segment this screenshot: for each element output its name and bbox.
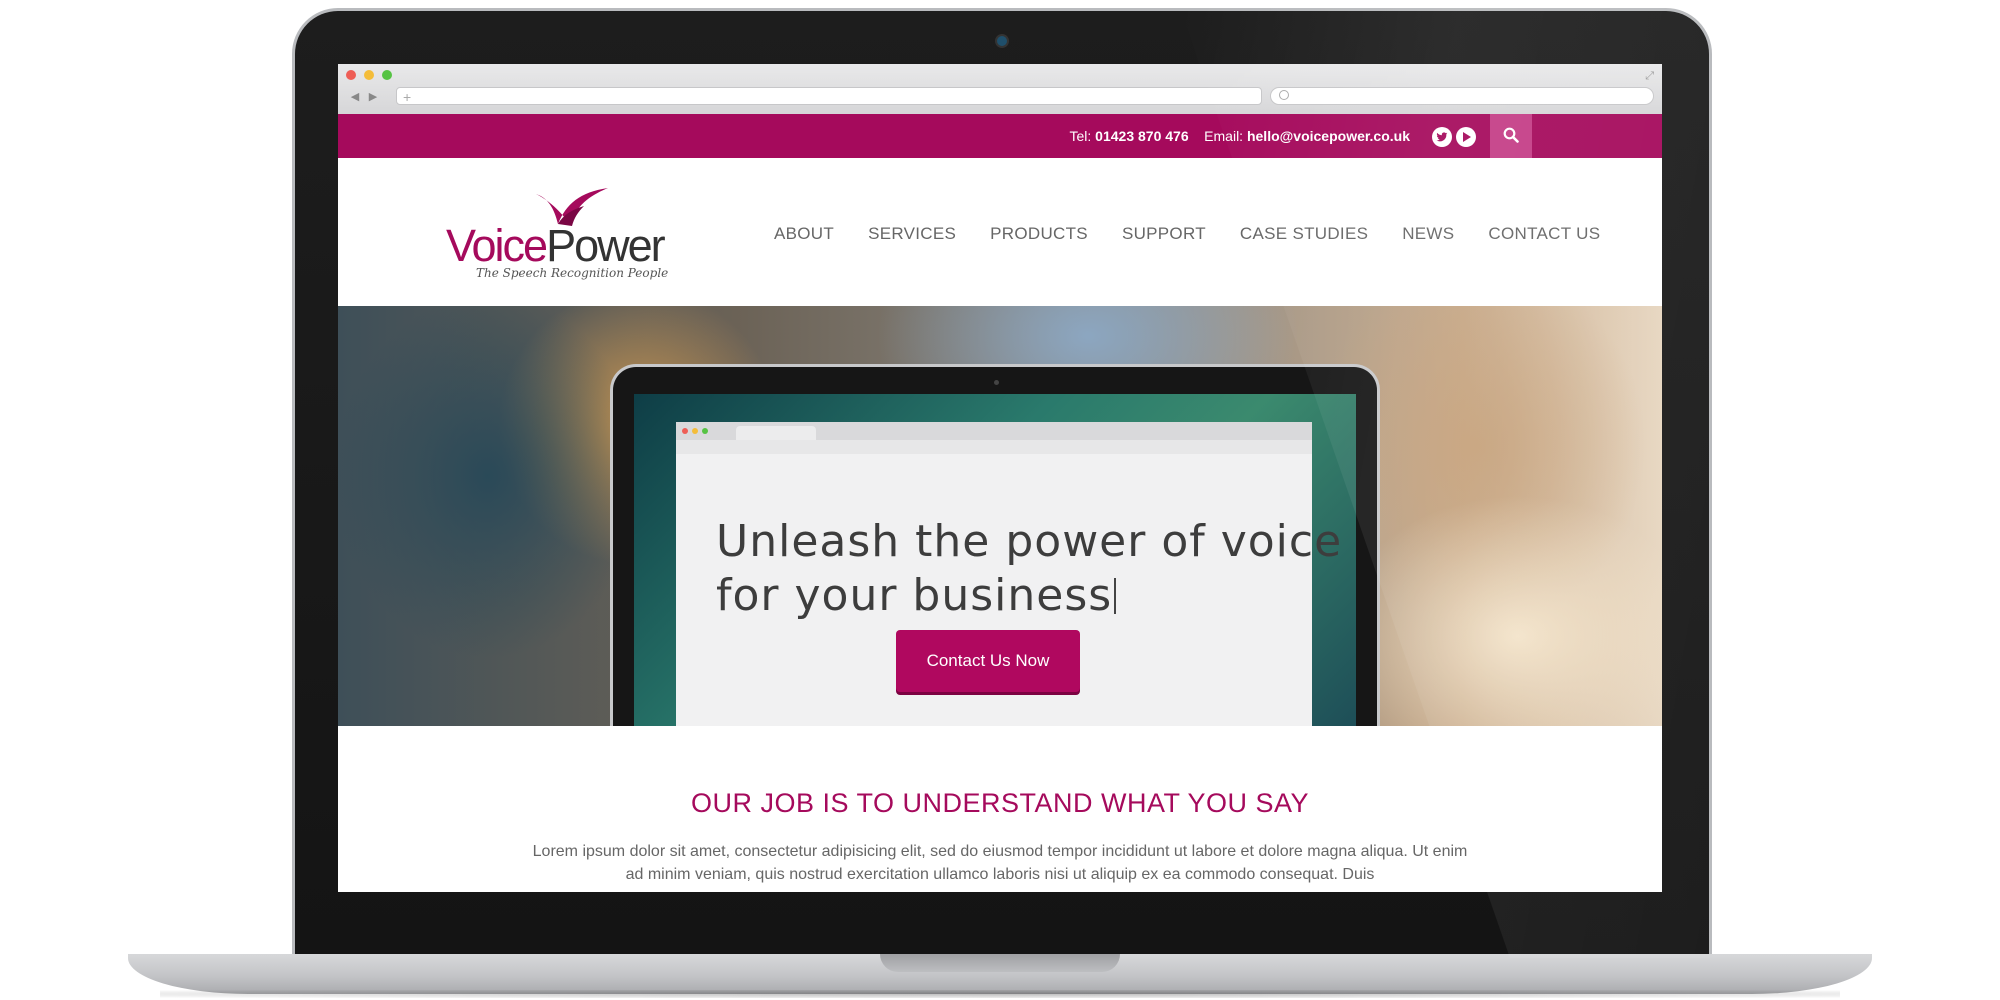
- browser-search-field[interactable]: [1270, 87, 1654, 105]
- search-icon: [1503, 127, 1519, 143]
- twitter-icon[interactable]: [1432, 127, 1452, 147]
- logo-voice-text: Voice: [446, 220, 548, 271]
- email-label: Email:: [1204, 128, 1244, 144]
- logo-power-text: Power: [546, 220, 666, 271]
- youtube-icon[interactable]: [1456, 127, 1476, 147]
- hero-maximize-dot: [702, 428, 708, 434]
- close-window-button[interactable]: [346, 70, 356, 80]
- hero-banner: Unleash the power of voice for your busi…: [338, 306, 1662, 726]
- hero-browser-window: Unleash the power of voice for your busi…: [676, 422, 1343, 726]
- new-tab-icon[interactable]: +: [403, 89, 411, 105]
- laptop-base-notch: [880, 954, 1120, 972]
- minimize-window-button[interactable]: [364, 70, 374, 80]
- nav-item-support[interactable]: SUPPORT: [1122, 224, 1206, 244]
- hero-minimize-dot: [692, 428, 698, 434]
- intro-section: OUR JOB IS TO UNDERSTAND WHAT YOU SAY Lo…: [338, 726, 1662, 892]
- section-title: OUR JOB IS TO UNDERSTAND WHAT YOU SAY: [690, 788, 1310, 818]
- tel-label: Tel:: [1069, 128, 1092, 144]
- main-nav: ABOUT SERVICES PRODUCTS SUPPORT CASE STU…: [774, 224, 1634, 244]
- email-link[interactable]: hello@voicepower.co.uk: [1247, 128, 1410, 144]
- nav-item-contact-us[interactable]: CONTACT US: [1488, 224, 1600, 244]
- hero-headline-line-2-text: for your business: [716, 570, 1113, 622]
- history-nav: ◀ ▶: [346, 88, 386, 106]
- hero-laptop-screen: Unleash the power of voice for your busi…: [634, 394, 1356, 726]
- address-bar[interactable]: +: [396, 87, 1262, 105]
- contact-info: Tel: 01423 870 476 Email: hello@voicepow…: [1069, 114, 1410, 158]
- hero-headline: Unleash the power of voice for your busi…: [716, 515, 1343, 623]
- search-icon: [1279, 90, 1289, 100]
- nav-item-case-studies[interactable]: CASE STUDIES: [1240, 224, 1368, 244]
- nav-item-products[interactable]: PRODUCTS: [990, 224, 1088, 244]
- text-cursor: [1114, 578, 1117, 615]
- site-header: VoicePower The Speech Recognition People…: [338, 158, 1662, 306]
- nav-item-about[interactable]: ABOUT: [774, 224, 834, 244]
- laptop-shadow: [160, 990, 1840, 998]
- voicepower-logo[interactable]: VoicePower The Speech Recognition People: [446, 184, 668, 280]
- hero-headline-line-2: for your business: [716, 569, 1296, 623]
- laptop-camera: [995, 34, 1009, 48]
- logo-tagline: The Speech Recognition People: [476, 266, 669, 280]
- contact-us-now-button[interactable]: Contact Us Now: [896, 630, 1080, 692]
- nav-item-news[interactable]: NEWS: [1402, 224, 1454, 244]
- hero-browser-tab: [736, 426, 816, 440]
- hero-browser-toolbar: [676, 440, 1312, 454]
- section-body: Lorem ipsum dolor sit amet, consectetur …: [532, 843, 1468, 883]
- hero-browser-tabbar: [676, 422, 1312, 440]
- logo-wordmark: VoicePower: [446, 220, 666, 272]
- nav-item-services[interactable]: SERVICES: [868, 224, 956, 244]
- site-search-button[interactable]: [1490, 114, 1532, 158]
- hero-headline-line-1: Unleash the power of voice: [716, 516, 1343, 568]
- contact-topbar: Tel: 01423 870 476 Email: hello@voicepow…: [338, 114, 1662, 158]
- forward-icon[interactable]: ▶: [364, 88, 382, 106]
- tel-link[interactable]: 01423 870 476: [1095, 128, 1188, 144]
- hero-close-dot: [682, 428, 688, 434]
- browser-chrome: ◀ ▶ + ⤢: [338, 64, 1662, 115]
- back-icon[interactable]: ◀: [346, 88, 364, 106]
- laptop-screen: ◀ ▶ + ⤢ Tel: 01423 870 476 Email: hello@v…: [338, 64, 1662, 892]
- fullscreen-icon[interactable]: ⤢: [1645, 70, 1654, 83]
- hero-laptop-camera: [994, 380, 999, 385]
- maximize-window-button[interactable]: [382, 70, 392, 80]
